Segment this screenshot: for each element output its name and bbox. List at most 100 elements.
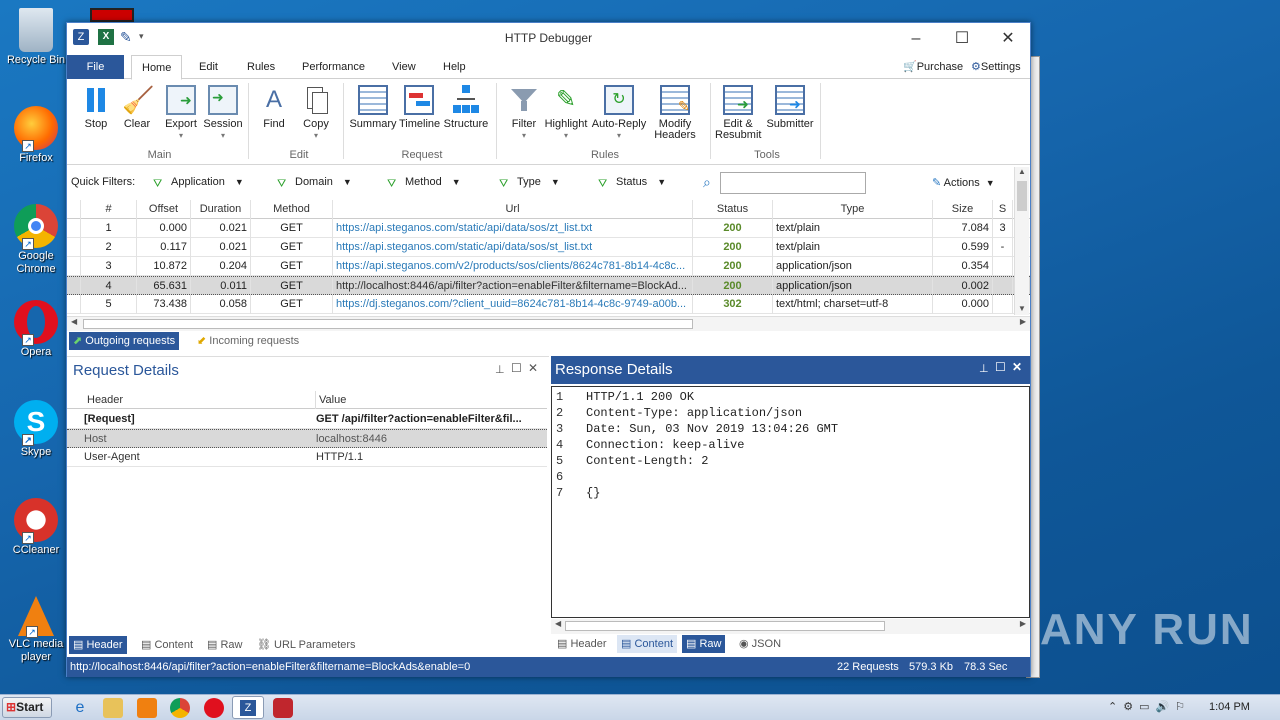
close-pane-icon[interactable]: ✕ [1012,360,1022,374]
summary-button[interactable]: Summary [349,85,397,130]
desktop-icon-chrome[interactable]: ↗ Google Chrome [4,204,68,276]
settings-link[interactable]: ⚙Settings [971,60,1021,73]
response-horizontal-scrollbar[interactable]: ◀ ▶ [551,619,1030,634]
req-tab-header[interactable]: ▤ Header [69,636,127,654]
filter-domain[interactable]: ⛛ Domain ▼ [277,176,352,190]
grid-vertical-scrollbar[interactable]: ▲ ▼ [1014,167,1029,315]
actions-dropdown[interactable]: ✎ Actions ▼ [932,176,995,189]
tab-help[interactable]: Help [433,55,476,79]
desktop-icon-skype[interactable]: S ↗ Skype [4,400,68,459]
req-tab-content[interactable]: ▤ Content [137,636,197,654]
search-input[interactable] [720,172,866,194]
table-row[interactable]: 1 0.000 0.021 GET https://api.steganos.com/s… [67,219,1030,238]
table-row[interactable]: 5 73.438 0.058 GET https://dj.steganos.com/?… [67,295,1030,314]
clock[interactable]: 1:04 PM [1209,701,1250,713]
request-header-row: Header Value [67,391,547,409]
system-tray[interactable]: ⌃⚙▭🔊⚐ [1108,700,1191,713]
req-tab-raw[interactable]: ▤ Raw [203,636,246,654]
tab-rules[interactable]: Rules [237,55,285,79]
resp-tab-content[interactable]: ▤ Content [617,635,677,653]
export-button[interactable]: ➜ Export ▾ [161,85,201,141]
http-debugger-taskbar-button[interactable]: Z [232,696,264,719]
filter-status[interactable]: ⛛ Status ▼ [598,176,666,190]
structure-button[interactable]: Structure [442,85,490,130]
ccleaner-icon: ↗ [14,498,58,544]
col-header-type[interactable]: Type [773,200,933,219]
col-header-header[interactable]: Header [87,391,123,409]
media-taskbar-icon[interactable] [137,698,157,718]
purchase-link[interactable]: 🛒Purchase [903,60,963,73]
col-header-duration[interactable]: Duration [191,200,251,219]
resp-tab-header[interactable]: ▤ Header [553,635,611,653]
explorer-taskbar-icon[interactable] [103,698,123,718]
cell-method: GET [251,238,333,257]
opera-taskbar-icon[interactable] [204,698,224,718]
session-button[interactable]: ➜ Session ▾ [203,85,243,141]
desktop-icon-vlc[interactable]: ↗ VLC media player [4,596,68,664]
resp-tab-json[interactable]: ◉ JSON [735,635,785,653]
col-header-extra[interactable]: S [993,200,1013,219]
timeline-button[interactable]: Timeline [399,85,440,130]
request-row[interactable]: Host localhost:8446 [67,429,547,448]
auto-reply-button[interactable]: ↻ Auto-Reply ▾ [591,85,647,141]
row-gutter [67,238,81,257]
maximize-pane-icon[interactable]: ☐ [511,361,522,375]
col-header-method[interactable]: Method [251,200,333,219]
ie-taskbar-icon[interactable]: e [70,698,90,718]
http-debugger-window: Z X ✎ ▾ HTTP Debugger – ☐ ✕ File Home Ed… [66,22,1031,677]
col-header-value[interactable]: Value [315,391,346,409]
table-row[interactable]: 2 0.117 0.021 GET https://api.steganos.com/s… [67,238,1030,257]
highlight-button[interactable]: ✎ Highlight ▾ [543,85,589,141]
group-label-main: Main [147,149,172,161]
find-button[interactable]: A Find [259,85,289,130]
maximize-pane-icon[interactable]: ☐ [995,360,1006,374]
minimize-button[interactable]: – [899,27,933,51]
shield-taskbar-icon[interactable] [273,698,293,718]
close-button[interactable]: ✕ [991,27,1025,51]
req-tab-url-parameters[interactable]: ⛓ URL Parameters [253,636,360,654]
chrome-taskbar-icon[interactable] [170,698,190,718]
request-row[interactable]: [Request] GET /api/filter?action=enableF… [67,410,547,429]
clear-button[interactable]: 🧹 Clear [119,85,155,130]
tab-view[interactable]: View [382,55,426,79]
filter-application[interactable]: ⛛ Application ▼ [153,176,244,190]
pin-icon[interactable]: ⊥ [979,362,989,375]
close-pane-icon[interactable]: ✕ [528,361,538,375]
tab-incoming-requests[interactable]: ⬋ Incoming requests [193,332,303,350]
col-header-number[interactable]: # [81,200,137,219]
maximize-button[interactable]: ☐ [945,27,979,51]
col-header-url[interactable]: Url [333,200,693,219]
col-header-size[interactable]: Size [933,200,993,219]
edit-resubmit-button[interactable]: ➜ Edit & Resubmit [713,85,763,141]
tab-outgoing-requests[interactable]: ⬈ Outgoing requests [69,332,180,350]
desktop-icon-recycle-bin[interactable]: Recycle Bin [4,8,68,67]
col-header-offset[interactable]: Offset [137,200,191,219]
desktop-icon-ccleaner[interactable]: ↗ CCleaner [4,498,68,557]
tab-edit[interactable]: Edit [189,55,228,79]
desktop-icon-firefox[interactable]: ↗ Firefox [4,106,68,165]
tab-performance[interactable]: Performance [292,55,375,79]
stop-button[interactable]: Stop [79,85,113,130]
grid-horizontal-scrollbar[interactable]: ◀ ▶ [67,316,1030,331]
response-details-header: Response Details ⊥ ☐ ✕ [551,356,1030,384]
copy-button[interactable]: Copy ▾ [301,85,331,141]
modify-headers-button[interactable]: ✎ Modify Headers [649,85,701,141]
resp-tab-raw[interactable]: ▤ Raw [682,635,726,653]
find-label: Find [263,118,285,130]
request-row-value: GET /api/filter?action=enableFilter&fil.… [316,413,522,425]
desktop-icon-opera[interactable]: ↗ Opera [4,300,68,359]
table-row[interactable]: 4 65.631 0.011 GET http://localhost:8446/api… [67,276,1030,296]
filter-type[interactable]: ⛛ Type ▼ [499,176,560,190]
filter-button[interactable]: Filter ▾ [507,85,541,141]
start-button[interactable]: ⊞Start [2,697,52,718]
table-row[interactable]: 3 10.872 0.204 GET https://api.steganos.com/… [67,257,1030,276]
filter-method[interactable]: ⛛ Method ▼ [387,176,461,190]
content-tab-icon: ▤ [621,638,632,650]
request-row[interactable]: User-Agent HTTP/1.1 [67,448,547,467]
response-raw-viewer[interactable]: 1 HTTP/1.1 200 OK 2 Content-Type: applicati… [551,386,1030,618]
pin-icon[interactable]: ⊥ [495,363,505,376]
col-header-status[interactable]: Status [693,200,773,219]
submitter-button[interactable]: ➜ Submitter [765,85,815,130]
tab-file[interactable]: File [67,55,124,79]
tab-home[interactable]: Home [131,55,183,80]
